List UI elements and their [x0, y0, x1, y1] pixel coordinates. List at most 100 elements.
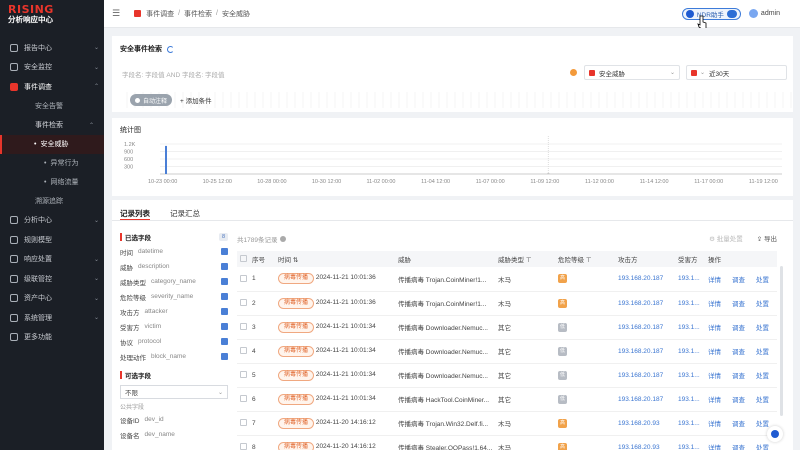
filter-icon[interactable]: ⊤	[526, 257, 532, 264]
sidebar-item-more[interactable]: 更多功能	[0, 328, 104, 348]
field-toggle-icon[interactable]	[221, 248, 228, 255]
field-toggle-icon[interactable]	[221, 338, 228, 345]
breadcrumb-item[interactable]: 事件调查	[146, 9, 174, 19]
sidebar-sub-event-search[interactable]: 事件检索 ⌃	[0, 116, 104, 135]
selected-field-row[interactable]: 威胁类型 category_name	[120, 274, 228, 289]
row-checkbox[interactable]	[240, 347, 247, 355]
table-row[interactable]: 4 病毒传播 2024-11-21 10:01:34 传播病毒 Download…	[237, 339, 777, 364]
row-checkbox[interactable]	[240, 371, 247, 379]
col-time[interactable]: 时间 ⇅	[275, 251, 395, 267]
field-toggle-icon[interactable]	[221, 353, 228, 360]
row-checkbox[interactable]	[240, 443, 247, 450]
table-row[interactable]: 6 病毒传播 2024-11-21 10:01:34 传播病毒 HackTool…	[237, 387, 777, 412]
attacker-ip[interactable]: 193.168.20.187	[618, 372, 663, 379]
investigate-link[interactable]: 调查	[732, 445, 745, 450]
victim-ip[interactable]: 193.1...	[678, 300, 700, 307]
victim-ip[interactable]: 193.1...	[678, 275, 700, 282]
attacker-ip[interactable]: 193.168.20.187	[618, 396, 663, 403]
histogram-bar[interactable]	[165, 145, 167, 174]
selected-field-row[interactable]: 攻击方 attacker	[120, 304, 228, 319]
table-row[interactable]: 1 病毒传播 2024-11-21 10:01:36 传播病毒 Trojan.C…	[237, 267, 777, 292]
sidebar-sub-trace[interactable]: 溯源追踪	[0, 192, 104, 211]
row-checkbox[interactable]	[240, 275, 247, 283]
investigate-link[interactable]: 调查	[732, 325, 745, 332]
sidebar-sub-alerts[interactable]: 安全告警	[0, 97, 104, 116]
sidebar-item-system[interactable]: 系统管理 ⌄	[0, 308, 104, 328]
attacker-ip[interactable]: 193.168.20.187	[618, 348, 663, 355]
attacker-ip[interactable]: 193.168.20.187	[618, 300, 663, 307]
victim-ip[interactable]: 193.1...	[678, 396, 700, 403]
auto-annotation-tag[interactable]: 自动注释	[130, 94, 173, 106]
field-toggle-icon[interactable]	[221, 323, 228, 330]
victim-ip[interactable]: 193.1...	[678, 420, 700, 427]
add-condition-button[interactable]: + 添加条件	[180, 95, 212, 105]
attacker-ip[interactable]: 193.168.20.93	[618, 444, 660, 450]
refresh-icon[interactable]	[167, 45, 174, 53]
public-field-row[interactable]: 设备名 dev_name	[120, 427, 228, 442]
sort-icon[interactable]: ⇅	[293, 257, 298, 264]
optional-fields-select[interactable]: 不限 ⌄	[120, 385, 228, 399]
event-type-select[interactable]: 安全威胁 ⌄	[584, 65, 680, 80]
sidebar-item-rule[interactable]: 规则模型	[0, 230, 104, 250]
sidebar-item-analysis[interactable]: 分析中心 ⌄	[0, 211, 104, 231]
handle-link[interactable]: 处置	[756, 349, 769, 356]
user-menu[interactable]: admin	[748, 9, 780, 18]
handle-link[interactable]: 处置	[756, 445, 769, 450]
select-all-checkbox[interactable]	[240, 255, 247, 263]
investigate-link[interactable]: 调查	[732, 373, 745, 380]
sidebar-sub-anomaly[interactable]: • 异常行为	[0, 154, 104, 173]
investigate-link[interactable]: 调查	[732, 301, 745, 308]
filter-icon[interactable]: ⊤	[586, 257, 592, 264]
tab-summary[interactable]: 记录汇总	[170, 204, 200, 220]
detail-link[interactable]: 详情	[708, 445, 721, 450]
handle-link[interactable]: 处置	[756, 421, 769, 428]
field-toggle-icon[interactable]	[221, 293, 228, 300]
detail-link[interactable]: 详情	[708, 397, 721, 404]
assistant-fab[interactable]	[767, 426, 783, 442]
row-checkbox[interactable]	[240, 323, 247, 331]
detail-link[interactable]: 详情	[708, 373, 721, 380]
table-row[interactable]: 3 病毒传播 2024-11-21 10:01:34 传播病毒 Download…	[237, 315, 777, 340]
field-toggle-icon[interactable]	[221, 278, 228, 285]
table-row[interactable]: 5 病毒传播 2024-11-21 10:01:34 传播病毒 Download…	[237, 363, 777, 388]
victim-ip[interactable]: 193.1...	[678, 324, 700, 331]
sidebar-item-response[interactable]: 响应处置 ⌄	[0, 250, 104, 270]
detail-link[interactable]: 详情	[708, 277, 721, 284]
breadcrumb-item[interactable]: 事件检索	[184, 9, 212, 19]
time-range-select[interactable]: ⌄ 近30天	[686, 65, 787, 80]
handle-link[interactable]: 处置	[756, 277, 769, 284]
row-checkbox[interactable]	[240, 299, 247, 307]
sidebar-item-investigate[interactable]: 事件调查 ⌃	[0, 77, 104, 97]
victim-ip[interactable]: 193.1...	[678, 372, 700, 379]
field-toggle-icon[interactable]	[221, 308, 228, 315]
handle-link[interactable]: 处置	[756, 325, 769, 332]
selected-field-row[interactable]: 危险等级 severity_name	[120, 289, 228, 304]
export-button[interactable]: ⇪ 导出	[757, 233, 777, 243]
sidebar-item-report[interactable]: 报告中心 ⌄	[0, 38, 104, 58]
selected-field-row[interactable]: 协议 protocol	[120, 334, 228, 349]
assistant-toggle[interactable]	[726, 9, 737, 18]
attacker-ip[interactable]: 193.168.20.187	[618, 324, 663, 331]
detail-link[interactable]: 详情	[708, 349, 721, 356]
selected-field-row[interactable]: 时间 datetime	[120, 244, 228, 259]
menu-toggle-icon[interactable]: ☰	[112, 8, 120, 19]
table-row[interactable]: 2 病毒传播 2024-11-21 10:01:36 传播病毒 Trojan.C…	[237, 291, 777, 316]
handle-link[interactable]: 处置	[756, 397, 769, 404]
selected-field-row[interactable]: 受害方 victim	[120, 319, 228, 334]
victim-ip[interactable]: 193.1...	[678, 444, 700, 450]
table-row[interactable]: 7 病毒传播 2024-11-20 14:16:12 传播病毒 Trojan.W…	[237, 411, 777, 436]
investigate-link[interactable]: 调查	[732, 421, 745, 428]
victim-ip[interactable]: 193.1...	[678, 348, 700, 355]
investigate-link[interactable]: 调查	[732, 349, 745, 356]
selected-field-row[interactable]: 处理动作 block_name	[120, 349, 228, 364]
attacker-ip[interactable]: 193.168.20.93	[618, 420, 660, 427]
detail-link[interactable]: 详情	[708, 421, 721, 428]
ndr-assistant-button[interactable]: NDR助手	[681, 7, 741, 20]
detail-link[interactable]: 详情	[708, 301, 721, 308]
table-row[interactable]: 8 病毒传播 2024-11-20 14:16:12 传播病毒 Stealer.…	[237, 435, 777, 450]
vertical-scrollbar[interactable]	[780, 266, 783, 416]
sidebar-sub-threat[interactable]: • 安全威胁	[0, 134, 104, 154]
field-toggle-icon[interactable]	[221, 263, 228, 270]
handle-link[interactable]: 处置	[756, 373, 769, 380]
investigate-link[interactable]: 调查	[732, 397, 745, 404]
